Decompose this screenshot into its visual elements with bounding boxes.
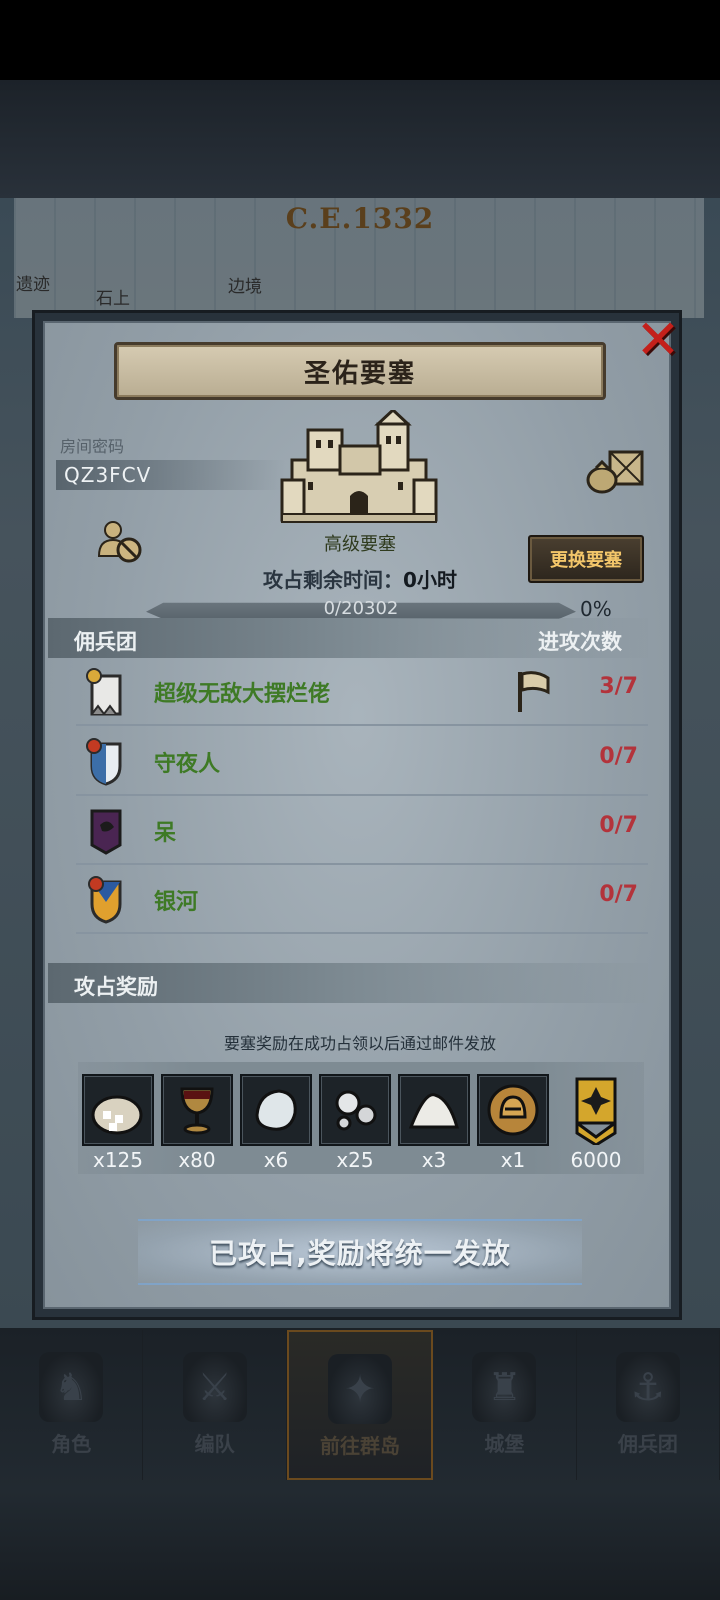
- status-banner-text: 已攻占,奖励将统一发放: [209, 1237, 511, 1270]
- nav-item-character[interactable]: ♞ 角色: [0, 1330, 144, 1480]
- mercenary-row[interactable]: 超级无敌大摆烂佬 3/7: [76, 658, 648, 726]
- reward-qty: x25: [336, 1148, 374, 1172]
- room-password-value[interactable]: QZ3FCV: [64, 463, 151, 487]
- attack-count: 3/7: [599, 674, 638, 699]
- sugar-sack-icon: [82, 1074, 154, 1146]
- status-banner: 已攻占,奖励将统一发放: [138, 1219, 582, 1285]
- no-member-icon[interactable]: [97, 520, 143, 564]
- mercenary-row[interactable]: 银河 0/7: [76, 866, 648, 934]
- reward-item[interactable]: x25: [319, 1074, 391, 1172]
- reward-qty: x80: [178, 1148, 216, 1172]
- era-year-label: C.E.1332: [285, 202, 435, 235]
- nav-label: 角色: [51, 1432, 92, 1456]
- reward-header: 攻占奖励: [74, 975, 158, 999]
- mercenary-name: 呆: [154, 821, 177, 846]
- remaining-time: 攻占剩余时间：0小时: [0, 564, 720, 593]
- reward-item[interactable]: x125: [82, 1074, 154, 1172]
- mercenary-header: 佣兵团: [74, 630, 137, 654]
- reward-qty: x125: [92, 1148, 143, 1172]
- nav-label: 前往群岛: [320, 1434, 401, 1458]
- nav-label: 佣兵团: [617, 1432, 678, 1456]
- nav-item-squad[interactable]: ⚔ 编队: [143, 1330, 287, 1480]
- castle-icon: ♜: [472, 1352, 537, 1422]
- capture-progress-text: 0/20302: [323, 598, 399, 619]
- squad-icon: ⚔: [182, 1352, 247, 1422]
- ship-icon: ⚓: [615, 1352, 680, 1422]
- reward-qty: x1: [500, 1148, 526, 1172]
- remaining-time-label: 攻占剩余时间：: [263, 568, 404, 592]
- reward-qty: x3: [421, 1148, 447, 1172]
- nav-item-islands[interactable]: ✦ 前往群岛: [286, 1330, 434, 1480]
- knight-icon: ♞: [39, 1352, 104, 1422]
- compass-map-icon: ✦: [328, 1354, 393, 1424]
- blue-gold-shield-emblem-icon: [88, 876, 122, 924]
- attack-count-header: 进攻次数: [538, 630, 622, 654]
- salt-pile-icon: [398, 1074, 470, 1146]
- nav-item-castle[interactable]: ♜ 城堡: [433, 1330, 577, 1480]
- room-password-label: 房间密码: [60, 437, 125, 456]
- attack-flag-icon: [518, 671, 550, 712]
- fortress-castle-icon: [280, 410, 438, 523]
- top-dark-band: [0, 80, 720, 198]
- reward-note: 要塞奖励在成功占领以后通过邮件发放: [223, 1034, 496, 1053]
- map-label-ruins: 遗迹: [16, 275, 50, 295]
- reward-qty: 6000: [570, 1148, 622, 1172]
- blue-white-shield-emblem-icon: [86, 738, 122, 786]
- mercenary-row[interactable]: 守夜人 0/7: [76, 728, 648, 796]
- nav-item-mercenary[interactable]: ⚓ 佣兵团: [577, 1330, 720, 1480]
- mercenary-name: 守夜人: [154, 752, 221, 777]
- reward-item[interactable]: x1: [477, 1074, 549, 1172]
- mercenary-name: 银河: [154, 890, 199, 915]
- close-button[interactable]: ✕: [632, 308, 684, 371]
- close-icon: ✕: [635, 308, 681, 371]
- top-black-bar: [0, 0, 720, 80]
- rank-badge-icon: [560, 1074, 632, 1146]
- helmet-medal-icon: [477, 1074, 549, 1146]
- attack-count: 0/7: [599, 882, 638, 907]
- nav-label: 城堡: [484, 1432, 525, 1456]
- attack-count: 0/7: [599, 744, 638, 769]
- mercenary-name: 超级无敌大摆烂佬: [154, 682, 331, 707]
- reward-item[interactable]: x6: [240, 1074, 312, 1172]
- reward-qty: x6: [263, 1148, 289, 1172]
- reward-item[interactable]: x80: [161, 1074, 233, 1172]
- nav-label: 编队: [194, 1432, 235, 1456]
- silver-pearls-icon: [319, 1074, 391, 1146]
- map-label-border: 边境: [228, 277, 262, 297]
- goblet-icon: [161, 1074, 233, 1146]
- reward-item[interactable]: x3: [398, 1074, 470, 1172]
- attack-count: 0/7: [599, 813, 638, 838]
- purple-dark-banner-emblem-icon: [90, 809, 122, 855]
- reward-item[interactable]: 6000: [560, 1074, 632, 1172]
- remaining-time-value: 0小时: [403, 568, 457, 592]
- supplies-bag-crate-icon[interactable]: [586, 448, 646, 494]
- pearl-stone-icon: [240, 1074, 312, 1146]
- bottom-nav: ♞ 角色 ⚔ 编队 ✦ 前往群岛 ♜ 城堡 ⚓ 佣兵团: [0, 1330, 720, 1480]
- white-banner-emblem-icon: [86, 668, 122, 716]
- map-label-stone: 石上: [96, 289, 130, 309]
- dialog-title: 圣佑要塞: [303, 358, 416, 389]
- mercenary-row[interactable]: 呆 0/7: [76, 797, 648, 865]
- title-banner: 圣佑要塞: [114, 342, 606, 400]
